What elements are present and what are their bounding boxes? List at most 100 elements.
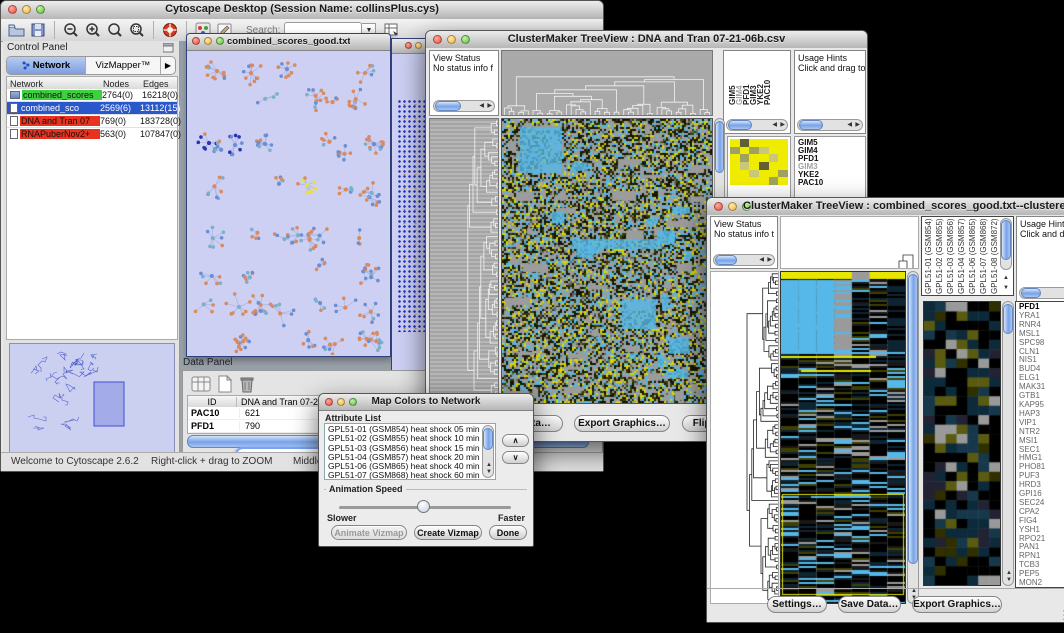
minimize-icon[interactable] [22, 5, 31, 14]
treeview1-row-dendrogram[interactable] [429, 118, 499, 404]
column-label[interactable]: PFD1 [742, 53, 749, 105]
dialog-title-bar[interactable]: Map Colors to Network [319, 394, 533, 411]
network-view-title-bar[interactable]: combined_scores_good.txt--cluste... [187, 34, 390, 51]
column-label[interactable]: GPL51-04 (GSM857) [957, 218, 968, 294]
zoom-fit-icon[interactable] [105, 20, 125, 40]
tab-vizmapper[interactable]: VizMapper™ [85, 57, 160, 74]
network-overview[interactable] [9, 343, 175, 455]
column-label[interactable]: YKE2 [756, 53, 763, 105]
network-table-row[interactable]: combined_sco2569(6)13112(15) [7, 102, 177, 115]
main-window-title: Cytoscape Desktop (Session Name: collins… [41, 3, 563, 15]
close-icon[interactable] [405, 42, 412, 49]
column-label[interactable]: PAC10 [763, 53, 770, 105]
treeview1-heatmap[interactable] [501, 118, 713, 404]
main-title-bar[interactable]: Cytoscape Desktop (Session Name: collins… [1, 1, 603, 20]
zoom-out-icon[interactable] [61, 20, 81, 40]
treeview2-row-dendrogram[interactable] [710, 271, 779, 604]
gene-label[interactable]: MON2 [1019, 579, 1045, 588]
matrix-cell [759, 162, 769, 170]
view-status-line1: View Status [711, 217, 777, 229]
float-panel-icon[interactable] [163, 43, 174, 53]
tab-overflow-button[interactable]: ▶ [160, 57, 175, 74]
export-graphics-button[interactable]: Export Graphics… [912, 596, 1002, 613]
select-attributes-icon[interactable] [191, 375, 211, 393]
zoom-selected-icon[interactable] [127, 20, 147, 40]
treeview2-column-dendrogram[interactable] [780, 216, 919, 269]
close-icon[interactable] [8, 5, 17, 14]
view-status-hscrollbar[interactable]: ◀ ▶ [433, 100, 495, 112]
open-file-icon[interactable] [6, 20, 26, 40]
network-table-row[interactable]: combined_scores2764(0)16218(0) [7, 89, 177, 102]
save-icon[interactable] [28, 20, 48, 40]
column-label[interactable]: GIM4 [735, 53, 742, 105]
zoom-window-icon[interactable] [216, 37, 224, 45]
treeview2-zoom-heatmap[interactable] [923, 301, 1001, 586]
correlation-matrix[interactable] [730, 139, 788, 185]
scroll-left-icon[interactable]: ◀ [847, 122, 852, 128]
delete-attribute-icon[interactable] [239, 375, 255, 393]
close-icon[interactable] [714, 202, 723, 211]
column-label[interactable]: GPL51-06 (GSM865) [968, 218, 979, 294]
attribute-list-vscrollbar[interactable]: ▲ ▼ [482, 425, 494, 478]
treeview1-title-bar[interactable]: ClusterMaker TreeView : DNA and Tran 07-… [426, 31, 867, 49]
scroll-down-icon[interactable]: ▼ [486, 469, 492, 475]
column-label[interactable]: GPL51-03 (GSM856) [946, 218, 957, 294]
scroll-right-icon[interactable]: ▶ [487, 103, 492, 109]
attribute-item[interactable]: GPL51-07 (GSM868) heat shock 60 min [326, 471, 482, 480]
faster-label: Faster [498, 513, 525, 523]
close-icon[interactable] [325, 398, 333, 406]
animate-vizmap-button[interactable]: Animate Vizmap [331, 525, 407, 540]
help-lifering-icon[interactable] [160, 20, 180, 40]
usage-hints-hscrollbar[interactable]: ◀ ▶ [797, 119, 863, 131]
tab-network[interactable]: Network [7, 57, 85, 74]
treeview2-title-bar[interactable]: ClusterMaker TreeView : combined_scores_… [707, 198, 1064, 216]
zoom-window-icon[interactable] [349, 398, 357, 406]
scroll-left-icon[interactable]: ◀ [772, 122, 777, 128]
treeview2-heatmap[interactable] [780, 271, 906, 604]
move-down-button[interactable]: ∨ [502, 451, 529, 464]
close-icon[interactable] [433, 35, 442, 44]
animation-speed-slider-thumb[interactable] [417, 500, 430, 513]
scroll-up-icon[interactable]: ▲ [486, 462, 492, 468]
save-data-button[interactable]: Save Data… [838, 596, 901, 613]
export-graphics-button[interactable]: Export Graphics… [574, 415, 670, 432]
network-tab-icon [22, 61, 30, 70]
column-labels-vscrollbar[interactable] [1000, 218, 1012, 270]
minimize-icon[interactable] [415, 42, 422, 49]
scroll-down-icon[interactable]: ▼ [1006, 577, 1012, 583]
column-labels-hscrollbar[interactable]: ◀ ▶ [726, 119, 788, 131]
column-label[interactable]: GIM3 [749, 53, 756, 105]
gene-label[interactable]: PAC10 [798, 179, 823, 187]
network-list-empty-area[interactable] [6, 139, 178, 340]
scroll-up-icon[interactable]: ▲ [1006, 570, 1012, 576]
gene-list-vscrollbar[interactable]: ▲ ▼ [1002, 301, 1014, 586]
minimize-icon[interactable] [728, 202, 737, 211]
column-label[interactable]: GPL51-01 (GSM854) [924, 218, 935, 294]
scroll-right-icon[interactable]: ▶ [780, 122, 785, 128]
scroll-up-icon[interactable]: ▲ [1003, 275, 1009, 281]
scroll-left-icon[interactable]: ◀ [759, 257, 764, 263]
move-up-button[interactable]: ∧ [502, 434, 529, 447]
minimize-icon[interactable] [337, 398, 345, 406]
scroll-left-icon[interactable]: ◀ [479, 103, 484, 109]
column-label[interactable]: GPL51-07 (GSM868) [979, 218, 990, 294]
scroll-down-icon[interactable]: ▼ [1003, 285, 1009, 291]
column-label[interactable]: GIM5 [728, 53, 735, 105]
treeview2-vscrollbar[interactable]: ▲ ▼ [907, 271, 919, 604]
usage-hints-hscrollbar[interactable] [1019, 287, 1064, 299]
zoom-in-icon[interactable] [83, 20, 103, 40]
new-attribute-icon[interactable] [217, 375, 233, 393]
scroll-right-icon[interactable]: ▶ [767, 257, 772, 263]
minimize-icon[interactable] [204, 37, 212, 45]
close-icon[interactable] [192, 37, 200, 45]
view-status-hscrollbar[interactable]: ◀ ▶ [713, 254, 775, 266]
column-label[interactable]: GPL51-02 (GSM855) [935, 218, 946, 294]
network-table-row[interactable]: DNA and Tran 07769(0)183728(0) [7, 115, 177, 128]
create-vizmap-button[interactable]: Create Vizmap [414, 525, 482, 540]
scroll-right-icon[interactable]: ▶ [855, 122, 860, 128]
network-canvas[interactable] [187, 51, 388, 355]
treeview1-column-dendrogram[interactable] [501, 50, 713, 116]
done-button[interactable]: Done [489, 525, 527, 540]
settings-button[interactable]: Settings… [767, 596, 827, 613]
minimize-icon[interactable] [447, 35, 456, 44]
